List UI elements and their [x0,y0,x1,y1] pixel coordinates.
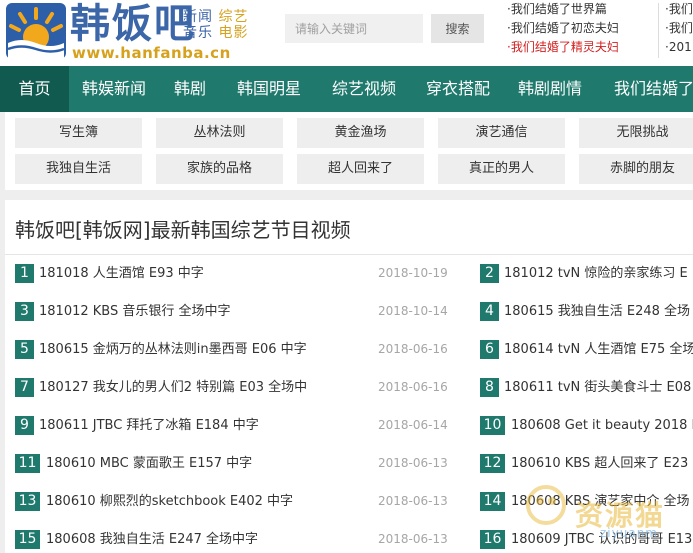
sunrise-logo-icon[interactable] [6,3,66,59]
video-title-link[interactable]: 180615 我独自生活 E248 全场 [504,302,690,321]
rank-badge: 11 [15,454,40,473]
news-headline-link[interactable]: ·201 [665,38,693,57]
list-item[interactable]: 15 180608 我独自生活 E247 全场中字 2018-06-13 [15,530,455,553]
nav-item[interactable]: 韩剧 [161,66,206,112]
list-item[interactable]: 8 180611 tvN 街头美食斗士 E08 [480,378,693,416]
list-item[interactable]: 12 180610 KBS 超人回来了 E23 [480,454,693,492]
rank-badge: 9 [15,416,34,435]
news-headline-link[interactable]: ·我们结婚了初恋夫妇 [507,19,657,38]
variety-show-link[interactable]: 演艺通信 [438,118,565,148]
tagline-movie: 电影 [218,25,249,41]
list-item[interactable]: 11 180610 MBC 蒙面歌王 E157 中字 2018-06-13 [15,454,455,492]
rank-badge: 6 [480,340,499,359]
publish-date: 2018-06-13 [378,532,448,546]
list-item[interactable]: 2 181012 tvN 惊险的亲家练习 E [480,264,693,302]
variety-show-link[interactable]: 无限挑战 [579,118,693,148]
list-item[interactable]: 4 180615 我独自生活 E248 全场 [480,302,693,340]
publish-date: 2018-06-16 [378,342,448,356]
publish-date: 2018-10-19 [378,266,448,280]
rank-badge: 10 [480,416,505,435]
site-url: www.hanfanba.cn [72,44,231,62]
nav-item[interactable]: 穿衣搭配 [413,66,490,112]
list-item[interactable]: 3 181012 KBS 音乐银行 全场中字 2018-10-14 [15,302,455,340]
rank-badge: 8 [480,378,499,397]
list-item[interactable]: 7 180127 我女儿的男人们2 特别篇 E03 全场中 2018-06-16 [15,378,455,416]
list-item[interactable]: 13 180610 柳熙烈的sketchbook E402 中字 2018-06-1… [15,492,455,530]
rank-badge: 7 [15,378,34,397]
rank-badge: 1 [15,264,34,283]
variety-show-link[interactable]: 我独自生活 [15,154,142,184]
video-title-link[interactable]: 181018 人生酒馆 E93 中字 [39,264,204,283]
nav-item[interactable]: 我们结婚了 [601,66,693,112]
site-header: 韩饭吧 新闻 综艺 音乐 电影 www.hanfanba.cn 搜索 ·我们结婚… [0,0,693,66]
main-nav: 首页 韩娱新闻 韩剧 韩国明星 综艺视频 穿衣搭配 韩剧剧情 我们结婚了 [0,66,693,112]
search-input[interactable] [285,14,423,43]
rank-badge: 14 [480,492,505,511]
publish-date: 2018-06-16 [378,380,448,394]
variety-show-link[interactable]: 家族的品格 [156,154,283,184]
variety-shortcut-panel: 写生簿 丛林法则 黄金渔场 演艺通信 无限挑战我独自生活 家族的品格 超人回来了 真正的男人赤… [5,112,693,190]
video-title-link[interactable]: 180127 我女儿的男人们2 特别篇 E03 全场中 [39,378,307,397]
video-title-link[interactable]: 180611 tvN 街头美食斗士 E08 [504,378,691,397]
rank-badge: 16 [480,530,505,549]
news-headline-link[interactable]: ·我们 [665,19,693,38]
video-title-link[interactable]: 181012 KBS 音乐银行 全场中字 [39,302,231,321]
tagline-row-2: 音乐 电影 [183,25,248,41]
tagline-news: 新闻 [183,9,213,25]
news-divider [658,3,659,58]
rank-badge: 2 [480,264,499,283]
tagline-music: 音乐 [183,25,213,41]
publish-date: 2018-06-13 [378,494,448,508]
nav-item[interactable]: 首页 [0,66,69,112]
section-divider [5,254,693,255]
variety-show-link[interactable]: 丛林法则 [156,118,283,148]
video-title-link[interactable]: 180610 柳熙烈的sketchbook E402 中字 [46,492,293,511]
section-title: 韩饭吧[韩饭网]最新韩国综艺节目视频 [15,218,351,242]
news-headline-link[interactable]: ·我们 [665,0,693,19]
video-title-link[interactable]: 180614 tvN 人生酒馆 E75 全场 [504,340,693,359]
video-title-link[interactable]: 180615 金炳万的丛林法则in墨西哥 E06 中字 [39,340,307,359]
list-item[interactable]: 1 181018 人生酒馆 E93 中字 2018-10-19 [15,264,455,302]
rank-badge: 4 [480,302,499,321]
rank-badge: 15 [15,530,40,549]
list-item[interactable]: 5 180615 金炳万的丛林法则in墨西哥 E06 中字 2018-06-16 [15,340,455,378]
brand-name[interactable]: 韩饭吧 [70,2,196,46]
news-column-2: ·我们 ·我们 ·201 [665,0,693,57]
variety-show-link[interactable]: 超人回来了 [297,154,424,184]
nav-item[interactable]: 韩娱新闻 [69,66,146,112]
publish-date: 2018-10-14 [378,304,448,318]
nav-item[interactable]: 韩国明星 [224,66,301,112]
video-title-link[interactable]: 181012 tvN 惊险的亲家练习 E [504,264,688,283]
nav-item[interactable]: 韩剧剧情 [505,66,582,112]
rank-badge: 3 [15,302,34,321]
search-button[interactable]: 搜索 [431,14,484,43]
rank-badge: 13 [15,492,40,511]
tagline-variety: 综艺 [218,9,249,25]
video-title-link[interactable]: 180610 MBC 蒙面歌王 E157 中字 [46,454,252,473]
list-item[interactable]: 9 180611 JTBC 拜托了冰箱 E184 中字 2018-06-14 [15,416,455,454]
news-headline-link[interactable]: ·我们结婚了精灵夫妇 [507,38,657,57]
video-title-link[interactable]: 180608 我独自生活 E247 全场中字 [46,530,258,549]
publish-date: 2018-06-13 [378,456,448,470]
nav-item[interactable]: 综艺视频 [319,66,396,112]
list-item[interactable]: 6 180614 tvN 人生酒馆 E75 全场 [480,340,693,378]
watermark-subtext: ziyuanm [600,526,658,540]
variety-show-link[interactable]: 写生簿 [15,118,142,148]
variety-show-link[interactable]: 真正的男人 [438,154,565,184]
video-title-link[interactable]: 180611 JTBC 拜托了冰箱 E184 中字 [39,416,259,435]
rank-badge: 5 [15,340,34,359]
news-column-1: ·我们结婚了世界篇 ·我们结婚了初恋夫妇 ·我们结婚了精灵夫妇 [507,0,657,57]
video-title-link[interactable]: 180610 KBS 超人回来了 E23 [511,454,688,473]
publish-date: 2018-06-14 [378,418,448,432]
video-title-link[interactable]: 180608 Get it beauty 2018 E [511,416,693,435]
list-item[interactable]: 10 180608 Get it beauty 2018 E [480,416,693,454]
variety-show-link[interactable]: 赤脚的朋友 [579,154,693,184]
news-headline-link[interactable]: ·我们结婚了世界篇 [507,0,657,19]
variety-show-link[interactable]: 黄金渔场 [297,118,424,148]
tagline-row-1: 新闻 综艺 [183,9,248,25]
rank-badge: 12 [480,454,505,473]
